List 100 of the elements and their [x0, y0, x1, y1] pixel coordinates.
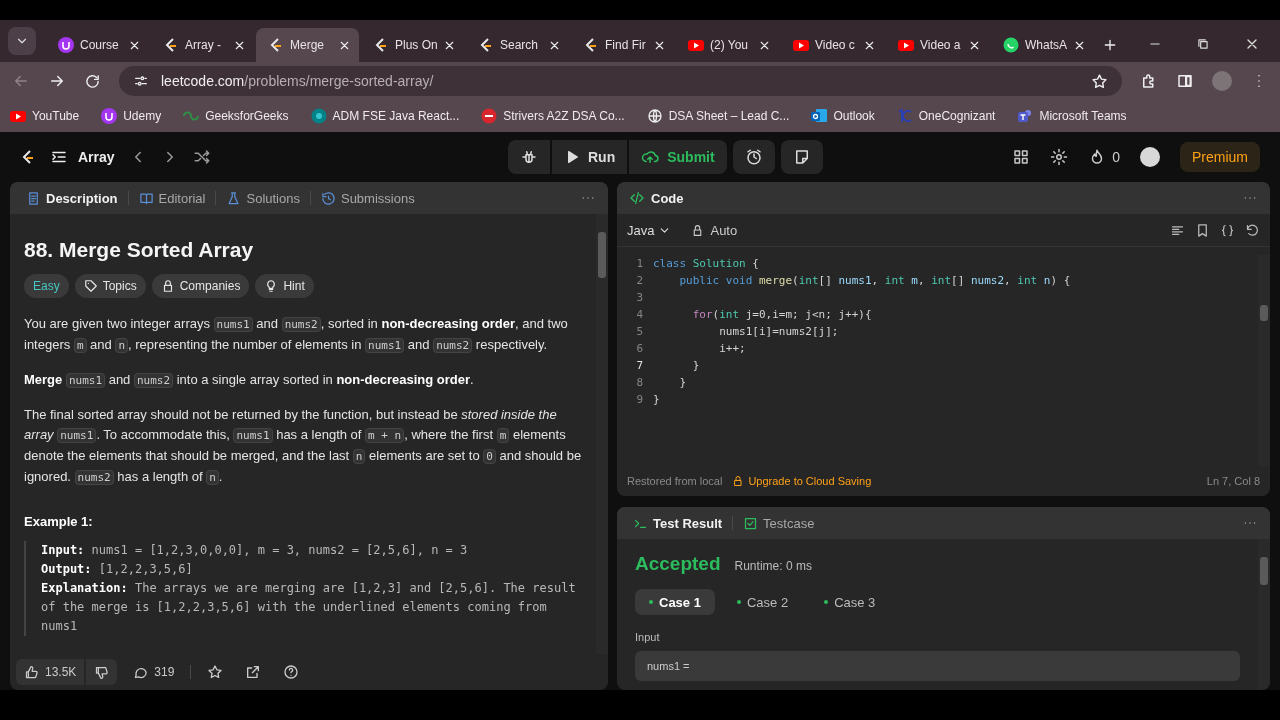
- panel-tab[interactable]: Test Result: [629, 515, 727, 531]
- flask-icon: [226, 190, 242, 206]
- case-tab[interactable]: Case 1: [635, 589, 715, 615]
- help-icon[interactable]: [283, 664, 300, 680]
- bookmark[interactable]: DSA Sheet – Lead C...: [646, 108, 790, 124]
- url-host: leetcode.com: [161, 73, 245, 89]
- bookmark[interactable]: Strivers A2Z DSA Co...: [481, 108, 625, 124]
- star-icon[interactable]: [207, 664, 224, 680]
- line-number: 7: [635, 358, 644, 374]
- braces-icon[interactable]: [1220, 222, 1235, 238]
- reload-icon[interactable]: [84, 72, 101, 90]
- panel-tab[interactable]: Solutions: [222, 190, 304, 206]
- share-icon[interactable]: [245, 664, 262, 680]
- like-button[interactable]: 13.5K: [16, 659, 85, 685]
- bookmark[interactable]: YouTube: [10, 108, 80, 124]
- tag-chip[interactable]: Topics: [74, 274, 146, 298]
- timer-button[interactable]: [732, 140, 775, 174]
- browser-tab[interactable]: Video c: [781, 28, 884, 62]
- line-number: 6: [635, 341, 644, 357]
- code-line: i++;: [718, 341, 746, 357]
- scrollbar[interactable]: [1258, 539, 1270, 690]
- user-avatar[interactable]: [1140, 147, 1160, 167]
- example-line: Input: nums1 = [1,2,3,0,0,0], m = 3, nums2 = [2,5,6], n = 3: [41, 542, 469, 559]
- cloud-upload-icon: [641, 148, 660, 166]
- line-number: 3: [635, 290, 644, 306]
- code-icon: [629, 190, 645, 206]
- shuffle-icon[interactable]: [192, 148, 211, 166]
- tab-search-button[interactable]: [8, 27, 36, 55]
- bookmark-icon[interactable]: [1195, 222, 1210, 238]
- bookmark[interactable]: OneCognizant: [896, 108, 996, 124]
- thumbs-down-icon: [94, 664, 110, 680]
- panel-title: Code: [651, 190, 684, 206]
- browser-tab[interactable]: Merge: [256, 28, 359, 62]
- language-dropdown[interactable]: Java: [627, 222, 672, 238]
- checkbox-icon: [743, 515, 759, 531]
- debug-button[interactable]: [508, 140, 550, 174]
- browser-tab[interactable]: WhatsA: [991, 28, 1094, 62]
- star-icon[interactable]: [1091, 72, 1108, 90]
- logo-icon: [268, 37, 284, 53]
- grid-icon[interactable]: [1012, 148, 1031, 166]
- browser-tab[interactable]: Array -: [151, 28, 254, 62]
- thumbs-up-icon: [24, 664, 39, 680]
- play-icon: [10, 108, 26, 124]
- site-icon: [896, 108, 913, 124]
- browser-tab[interactable]: Course: [46, 28, 149, 62]
- problem-list-button[interactable]: Array: [50, 148, 115, 166]
- logo-icon: [20, 149, 36, 165]
- bookmark[interactable]: GeeksforGeeks: [183, 108, 289, 124]
- code-line: for(int j=0,i=m; j<n; j++){: [691, 307, 872, 323]
- browser-tab[interactable]: Video a: [886, 28, 989, 62]
- streak-count: 0: [1112, 149, 1120, 165]
- logo-icon: [583, 37, 599, 53]
- browser-tab[interactable]: Find Fir: [571, 28, 674, 62]
- bookmark[interactable]: Outlook: [811, 108, 875, 124]
- submit-button[interactable]: Submit: [629, 140, 727, 174]
- scrollbar[interactable]: [1258, 255, 1270, 466]
- url-path: /problems/merge-sorted-array/: [244, 73, 434, 89]
- upgrade-link[interactable]: Upgrade to Cloud Saving: [732, 475, 872, 487]
- panel-tab[interactable]: Description: [22, 190, 122, 206]
- browser-tab[interactable]: (2) You: [676, 28, 779, 62]
- runtime-label: Runtime: 0 ms: [734, 559, 812, 573]
- settings-icon[interactable]: [1050, 148, 1069, 166]
- scrollbar[interactable]: [596, 214, 608, 654]
- restore-icon[interactable]: [1196, 37, 1210, 51]
- line-number: 8: [635, 375, 644, 391]
- site-icon: [1017, 108, 1034, 124]
- logo-icon: [373, 37, 389, 53]
- site-settings-icon[interactable]: [133, 73, 149, 89]
- dislike-button[interactable]: [86, 659, 118, 685]
- reset-icon[interactable]: [1245, 222, 1260, 238]
- site-icon: [58, 37, 74, 53]
- side-panel-icon[interactable]: [1176, 72, 1194, 90]
- line-number: 5: [635, 324, 644, 340]
- bookmark[interactable]: Microsoft Teams: [1017, 108, 1127, 124]
- plus-icon[interactable]: [1102, 37, 1118, 53]
- case-tab[interactable]: Case 2: [722, 589, 803, 615]
- panel-tab[interactable]: Submissions: [316, 190, 419, 206]
- line-number: 4: [635, 307, 644, 323]
- case-tab[interactable]: Case 3: [810, 589, 890, 615]
- code-line: nums1[i]=nums2[j];: [718, 324, 839, 340]
- address-bar[interactable]: leetcode.com/problems/merge-sorted-array/: [119, 66, 1122, 96]
- example-line: Output: [1,2,2,3,5,6]: [41, 561, 194, 578]
- comments-button[interactable]: 319: [127, 664, 181, 680]
- run-button[interactable]: Run: [552, 140, 628, 174]
- bookmark[interactable]: Udemy: [101, 108, 162, 124]
- bookmark[interactable]: ADM FSE Java React...: [310, 108, 460, 124]
- browser-tab[interactable]: Plus On: [361, 28, 464, 62]
- history-icon: [320, 190, 336, 206]
- browser-tab[interactable]: Search: [466, 28, 569, 62]
- bug-icon: [520, 148, 538, 166]
- premium-button[interactable]: Premium: [1180, 142, 1260, 172]
- panel-tab[interactable]: Editorial: [134, 190, 210, 206]
- tag-chip[interactable]: Hint: [255, 274, 314, 298]
- notes-button[interactable]: [780, 140, 823, 174]
- tag-chip[interactable]: Companies: [151, 274, 250, 298]
- example-heading: Example 1:: [24, 514, 94, 529]
- alarm-icon: [744, 148, 763, 166]
- play-icon: [688, 37, 704, 53]
- panel-tab[interactable]: Testcase: [739, 515, 819, 531]
- lock-icon: [732, 475, 745, 487]
